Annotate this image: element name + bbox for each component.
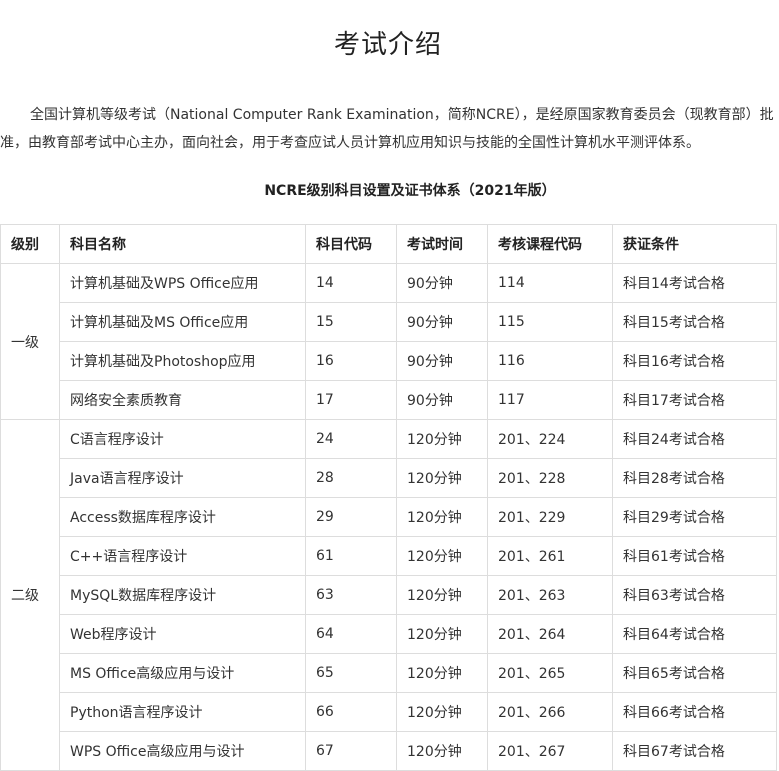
subject-name-cell: C++语言程序设计 bbox=[59, 536, 306, 576]
exam-time-cell: 120分钟 bbox=[396, 731, 488, 771]
subject-code-cell: 17 bbox=[305, 380, 397, 420]
table-row: 二级 C语言程序设计 24 120分钟 201、224 科目24考试合格 bbox=[0, 419, 777, 771]
exam-time-cell: 90分钟 bbox=[396, 380, 488, 420]
page-title: 考试介绍 bbox=[333, 30, 442, 60]
header-certificate-condition: 获证条件 bbox=[612, 224, 777, 264]
course-code-cell: 116 bbox=[487, 341, 613, 381]
subject-code-cell: 61 bbox=[305, 536, 397, 576]
course-code-cell: 201、265 bbox=[487, 653, 613, 693]
table-row: Access数据库程序设计 29 120分钟 201、229 科目29考试合格 bbox=[1, 497, 777, 537]
course-code-cell: 114 bbox=[487, 263, 613, 303]
subject-name-cell: Java语言程序设计 bbox=[59, 458, 306, 498]
certificate-condition-cell: 科目14考试合格 bbox=[612, 263, 777, 303]
table-row: 计算机基础及Photoshop应用 16 90分钟 116 科目16考试合格 bbox=[1, 341, 777, 381]
exam-time-cell: 120分钟 bbox=[396, 653, 488, 693]
table-title: NCRE级别科目设置及证书体系（2021年版） bbox=[264, 183, 556, 199]
exam-subject-table: 级别 科目名称 科目代码 考试时间 考核课程代码 获证条件 一级 计算机基础及WP… bbox=[0, 224, 777, 771]
subject-name-cell: 计算机基础及WPS Office应用 bbox=[59, 263, 306, 303]
course-code-cell: 115 bbox=[487, 302, 613, 342]
exam-time-cell: 120分钟 bbox=[396, 458, 488, 498]
table-row: WPS Office高级应用与设计 67 120分钟 201、267 科目67考试合格 bbox=[1, 731, 777, 771]
subject-code-cell: 64 bbox=[305, 614, 397, 654]
certificate-condition-cell: 科目65考试合格 bbox=[612, 653, 777, 693]
subject-name-cell: Access数据库程序设计 bbox=[59, 497, 306, 537]
header-subject-name: 科目名称 bbox=[59, 224, 306, 264]
subject-code-cell: 16 bbox=[305, 341, 397, 381]
subject-name-cell: 计算机基础及Photoshop应用 bbox=[59, 341, 306, 381]
certificate-condition-cell: 科目64考试合格 bbox=[612, 614, 777, 654]
table-row: MS Office高级应用与设计 65 120分钟 201、265 科目65考试合格 bbox=[1, 653, 777, 693]
certificate-condition-cell: 科目67考试合格 bbox=[612, 731, 777, 771]
certificate-condition-cell: 科目16考试合格 bbox=[612, 341, 777, 381]
table-row: MySQL数据库程序设计 63 120分钟 201、263 科目63考试合格 bbox=[1, 575, 777, 615]
level-cell: 二级 bbox=[0, 419, 60, 771]
table-row: Python语言程序设计 66 120分钟 201、266 科目66考试合格 bbox=[1, 692, 777, 732]
header-course-code: 考核课程代码 bbox=[487, 224, 613, 264]
certificate-condition-cell: 科目66考试合格 bbox=[612, 692, 777, 732]
subject-code-cell: 66 bbox=[305, 692, 397, 732]
subject-name-cell: C语言程序设计 bbox=[59, 419, 306, 459]
subject-code-cell: 28 bbox=[305, 458, 397, 498]
exam-time-cell: 120分钟 bbox=[396, 614, 488, 654]
exam-time-cell: 120分钟 bbox=[396, 419, 488, 459]
course-code-cell: 201、228 bbox=[487, 458, 613, 498]
exam-time-cell: 120分钟 bbox=[396, 692, 488, 732]
header-exam-time: 考试时间 bbox=[396, 224, 488, 264]
exam-time-cell: 90分钟 bbox=[396, 302, 488, 342]
subject-code-cell: 24 bbox=[305, 419, 397, 459]
exam-time-cell: 90分钟 bbox=[396, 263, 488, 303]
table-row: C++语言程序设计 61 120分钟 201、261 科目61考试合格 bbox=[1, 536, 777, 576]
exam-time-cell: 120分钟 bbox=[396, 536, 488, 576]
table-row: Java语言程序设计 28 120分钟 201、228 科目28考试合格 bbox=[1, 458, 777, 498]
course-code-cell: 201、261 bbox=[487, 536, 613, 576]
exam-time-cell: 120分钟 bbox=[396, 575, 488, 615]
subject-code-cell: 29 bbox=[305, 497, 397, 537]
table-body: 一级 计算机基础及WPS Office应用 14 90分钟 114 科目14考试合格 计算机… bbox=[0, 263, 777, 771]
subject-name-cell: 计算机基础及MS Office应用 bbox=[59, 302, 306, 342]
exam-time-cell: 90分钟 bbox=[396, 341, 488, 381]
certificate-condition-cell: 科目15考试合格 bbox=[612, 302, 777, 342]
course-code-cell: 201、266 bbox=[487, 692, 613, 732]
table-header-row: 级别 科目名称 科目代码 考试时间 考核课程代码 获证条件 bbox=[0, 224, 777, 264]
subject-code-cell: 65 bbox=[305, 653, 397, 693]
course-code-cell: 201、229 bbox=[487, 497, 613, 537]
subject-code-cell: 15 bbox=[305, 302, 397, 342]
course-code-cell: 201、224 bbox=[487, 419, 613, 459]
header-level: 级别 bbox=[0, 224, 60, 264]
table-row: Web程序设计 64 120分钟 201、264 科目64考试合格 bbox=[1, 614, 777, 654]
certificate-condition-cell: 科目17考试合格 bbox=[612, 380, 777, 420]
subject-name-cell: MySQL数据库程序设计 bbox=[59, 575, 306, 615]
subject-name-cell: 网络安全素质教育 bbox=[59, 380, 306, 420]
course-code-cell: 117 bbox=[487, 380, 613, 420]
header-subject-code: 科目代码 bbox=[305, 224, 397, 264]
certificate-condition-cell: 科目24考试合格 bbox=[612, 419, 777, 459]
table-row: 计算机基础及MS Office应用 15 90分钟 115 科目15考试合格 bbox=[1, 302, 777, 342]
subject-code-cell: 63 bbox=[305, 575, 397, 615]
level-cell: 一级 bbox=[0, 263, 60, 420]
intro-paragraph: 全国计算机等级考试（National Computer Rank Examina… bbox=[0, 107, 774, 151]
certificate-condition-cell: 科目63考试合格 bbox=[612, 575, 777, 615]
subject-name-cell: Python语言程序设计 bbox=[59, 692, 306, 732]
subject-name-cell: MS Office高级应用与设计 bbox=[59, 653, 306, 693]
subject-code-cell: 14 bbox=[305, 263, 397, 303]
certificate-condition-cell: 科目29考试合格 bbox=[612, 497, 777, 537]
table-row: 网络安全素质教育 17 90分钟 117 科目17考试合格 bbox=[1, 380, 777, 420]
certificate-condition-cell: 科目28考试合格 bbox=[612, 458, 777, 498]
certificate-condition-cell: 科目61考试合格 bbox=[612, 536, 777, 576]
subject-name-cell: WPS Office高级应用与设计 bbox=[59, 731, 306, 771]
course-code-cell: 201、264 bbox=[487, 614, 613, 654]
course-code-cell: 201、267 bbox=[487, 731, 613, 771]
subject-name-cell: Web程序设计 bbox=[59, 614, 306, 654]
table-row: 一级 计算机基础及WPS Office应用 14 90分钟 114 科目14考试合格 bbox=[0, 263, 777, 420]
exam-time-cell: 120分钟 bbox=[396, 497, 488, 537]
course-code-cell: 201、263 bbox=[487, 575, 613, 615]
subject-code-cell: 67 bbox=[305, 731, 397, 771]
